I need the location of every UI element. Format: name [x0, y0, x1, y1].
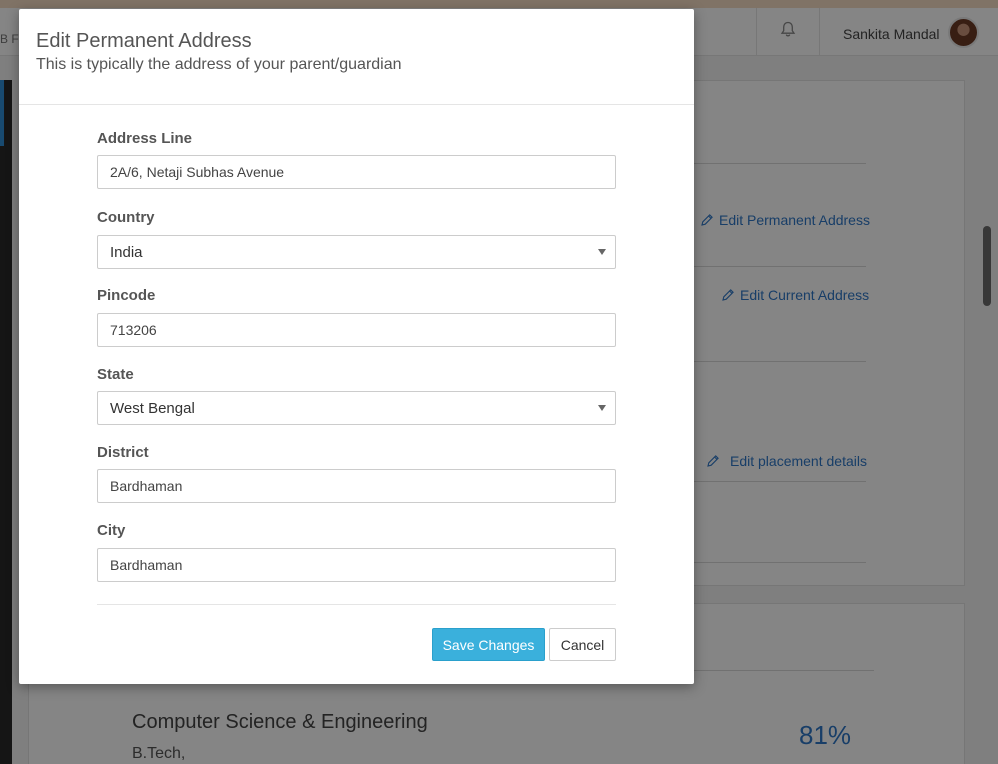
state-selected-value: West Bengal: [110, 399, 195, 417]
country-label: Country: [97, 209, 155, 226]
modal-subtitle: This is typically the address of your pa…: [36, 56, 402, 73]
modal-header: Edit Permanent Address This is typically…: [19, 9, 694, 105]
pincode-input[interactable]: [97, 313, 616, 347]
chevron-down-icon: [598, 249, 606, 255]
save-changes-button[interactable]: Save Changes: [432, 628, 545, 661]
city-label: City: [97, 522, 126, 539]
address-line-label: Address Line: [97, 130, 193, 147]
modal-footer-divider: [97, 604, 616, 605]
country-selected-value: India: [110, 243, 143, 261]
state-select[interactable]: West Bengal: [97, 391, 616, 425]
address-line-input[interactable]: [97, 155, 616, 189]
state-label: State: [97, 366, 134, 383]
pincode-label: Pincode: [97, 287, 156, 304]
country-select[interactable]: India: [97, 235, 616, 269]
district-input[interactable]: [97, 469, 616, 503]
edit-permanent-address-modal: Edit Permanent Address This is typically…: [19, 9, 694, 684]
cancel-button[interactable]: Cancel: [549, 628, 616, 661]
chevron-down-icon: [598, 405, 606, 411]
city-input[interactable]: [97, 548, 616, 582]
district-label: District: [97, 444, 149, 461]
modal-title: Edit Permanent Address: [36, 30, 252, 52]
